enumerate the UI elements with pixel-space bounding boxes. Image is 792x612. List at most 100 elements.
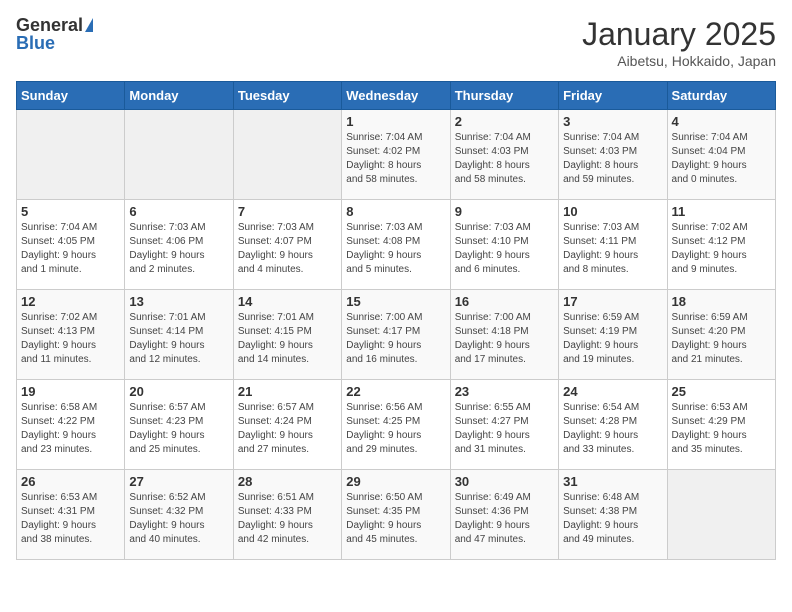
day-number: 17 [563, 294, 662, 309]
day-cell: 7 Sunrise: 7:03 AM Sunset: 4:07 PM Daylig… [233, 200, 341, 290]
day-info: Sunrise: 7:02 AM Sunset: 4:12 PM Dayligh… [672, 221, 771, 277]
day-number: 3 [563, 114, 662, 129]
day-number: 30 [455, 474, 554, 489]
day-number: 24 [563, 384, 662, 399]
day-info: Sunrise: 7:01 AM Sunset: 4:14 PM Dayligh… [129, 311, 228, 367]
day-cell: 24 Sunrise: 6:54 AM Sunset: 4:28 PM Dayli… [559, 380, 667, 470]
day-header-thursday: Thursday [450, 82, 558, 110]
day-cell: 30Sunrise: 6:49 AM Sunset: 4:36 PM Dayli… [450, 470, 558, 560]
day-number: 22 [346, 384, 445, 399]
day-info: Sunrise: 7:02 AM Sunset: 4:13 PM Dayligh… [21, 311, 120, 367]
day-cell: 17 Sunrise: 6:59 AM Sunset: 4:19 PM Dayli… [559, 290, 667, 380]
day-cell: 15 Sunrise: 7:00 AM Sunset: 4:17 PM Dayli… [342, 290, 450, 380]
day-info: Sunrise: 6:53 AM Sunset: 4:31 PM Dayligh… [21, 491, 120, 547]
day-cell: 8Sunrise: 7:03 AM Sunset: 4:08 PM Daylig… [342, 200, 450, 290]
day-number: 27 [129, 474, 228, 489]
day-cell: 18 Sunrise: 6:59 AM Sunset: 4:20 PM Dayli… [667, 290, 775, 380]
day-number: 12 [21, 294, 120, 309]
day-cell: 28 Sunrise: 6:51 AM Sunset: 4:33 PM Dayli… [233, 470, 341, 560]
day-info: Sunrise: 7:03 AM Sunset: 4:10 PM Dayligh… [455, 221, 554, 277]
day-cell: 2 Sunrise: 7:04 AM Sunset: 4:03 PM Daylig… [450, 110, 558, 200]
day-info: Sunrise: 6:53 AM Sunset: 4:29 PM Dayligh… [672, 401, 771, 457]
day-cell: 31Sunrise: 6:48 AM Sunset: 4:38 PM Dayli… [559, 470, 667, 560]
day-cell: 1Sunrise: 7:04 AM Sunset: 4:02 PM Daylig… [342, 110, 450, 200]
day-info: Sunrise: 6:57 AM Sunset: 4:23 PM Dayligh… [129, 401, 228, 457]
day-cell: 9 Sunrise: 7:03 AM Sunset: 4:10 PM Daylig… [450, 200, 558, 290]
day-info: Sunrise: 7:04 AM Sunset: 4:02 PM Dayligh… [346, 131, 445, 187]
day-number: 20 [129, 384, 228, 399]
day-info: Sunrise: 6:59 AM Sunset: 4:20 PM Dayligh… [672, 311, 771, 367]
day-header-wednesday: Wednesday [342, 82, 450, 110]
day-number: 26 [21, 474, 120, 489]
day-header-monday: Monday [125, 82, 233, 110]
day-number: 2 [455, 114, 554, 129]
day-cell [125, 110, 233, 200]
day-cell: 4Sunrise: 7:04 AM Sunset: 4:04 PM Daylig… [667, 110, 775, 200]
day-info: Sunrise: 6:48 AM Sunset: 4:38 PM Dayligh… [563, 491, 662, 547]
day-info: Sunrise: 6:52 AM Sunset: 4:32 PM Dayligh… [129, 491, 228, 547]
calendar-table: SundayMondayTuesdayWednesdayThursdayFrid… [16, 81, 776, 560]
day-cell: 13Sunrise: 7:01 AM Sunset: 4:14 PM Dayli… [125, 290, 233, 380]
day-info: Sunrise: 7:03 AM Sunset: 4:11 PM Dayligh… [563, 221, 662, 277]
day-info: Sunrise: 6:58 AM Sunset: 4:22 PM Dayligh… [21, 401, 120, 457]
day-info: Sunrise: 6:56 AM Sunset: 4:25 PM Dayligh… [346, 401, 445, 457]
day-cell: 27 Sunrise: 6:52 AM Sunset: 4:32 PM Dayli… [125, 470, 233, 560]
day-info: Sunrise: 7:03 AM Sunset: 4:08 PM Dayligh… [346, 221, 445, 277]
day-number: 4 [672, 114, 771, 129]
week-row-2: 12 Sunrise: 7:02 AM Sunset: 4:13 PM Dayli… [17, 290, 776, 380]
day-cell: 19 Sunrise: 6:58 AM Sunset: 4:22 PM Dayli… [17, 380, 125, 470]
day-number: 25 [672, 384, 771, 399]
calendar-header-row: SundayMondayTuesdayWednesdayThursdayFrid… [17, 82, 776, 110]
day-cell [17, 110, 125, 200]
day-cell: 26 Sunrise: 6:53 AM Sunset: 4:31 PM Dayli… [17, 470, 125, 560]
page-header: General Blue January 2025 Aibetsu, Hokka… [16, 16, 776, 69]
day-number: 18 [672, 294, 771, 309]
day-cell: 22 Sunrise: 6:56 AM Sunset: 4:25 PM Dayli… [342, 380, 450, 470]
day-cell [233, 110, 341, 200]
day-number: 15 [346, 294, 445, 309]
day-cell: 11 Sunrise: 7:02 AM Sunset: 4:12 PM Dayli… [667, 200, 775, 290]
day-number: 23 [455, 384, 554, 399]
location-subtitle: Aibetsu, Hokkaido, Japan [582, 53, 776, 69]
day-info: Sunrise: 7:04 AM Sunset: 4:03 PM Dayligh… [455, 131, 554, 187]
day-number: 6 [129, 204, 228, 219]
day-number: 10 [563, 204, 662, 219]
day-cell: 20 Sunrise: 6:57 AM Sunset: 4:23 PM Dayli… [125, 380, 233, 470]
day-cell: 3 Sunrise: 7:04 AM Sunset: 4:03 PM Daylig… [559, 110, 667, 200]
day-cell: 25 Sunrise: 6:53 AM Sunset: 4:29 PM Dayli… [667, 380, 775, 470]
day-number: 5 [21, 204, 120, 219]
day-number: 14 [238, 294, 337, 309]
day-info: Sunrise: 7:01 AM Sunset: 4:15 PM Dayligh… [238, 311, 337, 367]
week-row-3: 19 Sunrise: 6:58 AM Sunset: 4:22 PM Dayli… [17, 380, 776, 470]
day-info: Sunrise: 6:55 AM Sunset: 4:27 PM Dayligh… [455, 401, 554, 457]
day-number: 9 [455, 204, 554, 219]
week-row-1: 5Sunrise: 7:04 AM Sunset: 4:05 PM Daylig… [17, 200, 776, 290]
day-info: Sunrise: 6:59 AM Sunset: 4:19 PM Dayligh… [563, 311, 662, 367]
logo-blue-text: Blue [16, 34, 55, 52]
day-cell: 10 Sunrise: 7:03 AM Sunset: 4:11 PM Dayli… [559, 200, 667, 290]
day-header-sunday: Sunday [17, 82, 125, 110]
week-row-4: 26 Sunrise: 6:53 AM Sunset: 4:31 PM Dayli… [17, 470, 776, 560]
day-number: 19 [21, 384, 120, 399]
day-cell: 23 Sunrise: 6:55 AM Sunset: 4:27 PM Dayli… [450, 380, 558, 470]
day-info: Sunrise: 6:50 AM Sunset: 4:35 PM Dayligh… [346, 491, 445, 547]
day-info: Sunrise: 7:04 AM Sunset: 4:03 PM Dayligh… [563, 131, 662, 187]
day-info: Sunrise: 7:00 AM Sunset: 4:17 PM Dayligh… [346, 311, 445, 367]
day-number: 11 [672, 204, 771, 219]
day-cell: 5Sunrise: 7:04 AM Sunset: 4:05 PM Daylig… [17, 200, 125, 290]
month-title: January 2025 [582, 16, 776, 53]
day-cell: 12 Sunrise: 7:02 AM Sunset: 4:13 PM Dayli… [17, 290, 125, 380]
day-number: 28 [238, 474, 337, 489]
day-info: Sunrise: 6:51 AM Sunset: 4:33 PM Dayligh… [238, 491, 337, 547]
logo-icon [85, 18, 93, 32]
day-cell: 29Sunrise: 6:50 AM Sunset: 4:35 PM Dayli… [342, 470, 450, 560]
title-block: January 2025 Aibetsu, Hokkaido, Japan [582, 16, 776, 69]
day-info: Sunrise: 6:54 AM Sunset: 4:28 PM Dayligh… [563, 401, 662, 457]
day-header-friday: Friday [559, 82, 667, 110]
day-cell: 6 Sunrise: 7:03 AM Sunset: 4:06 PM Daylig… [125, 200, 233, 290]
day-header-tuesday: Tuesday [233, 82, 341, 110]
day-info: Sunrise: 7:03 AM Sunset: 4:07 PM Dayligh… [238, 221, 337, 277]
day-number: 7 [238, 204, 337, 219]
logo-general-text: General [16, 16, 83, 34]
day-info: Sunrise: 7:03 AM Sunset: 4:06 PM Dayligh… [129, 221, 228, 277]
